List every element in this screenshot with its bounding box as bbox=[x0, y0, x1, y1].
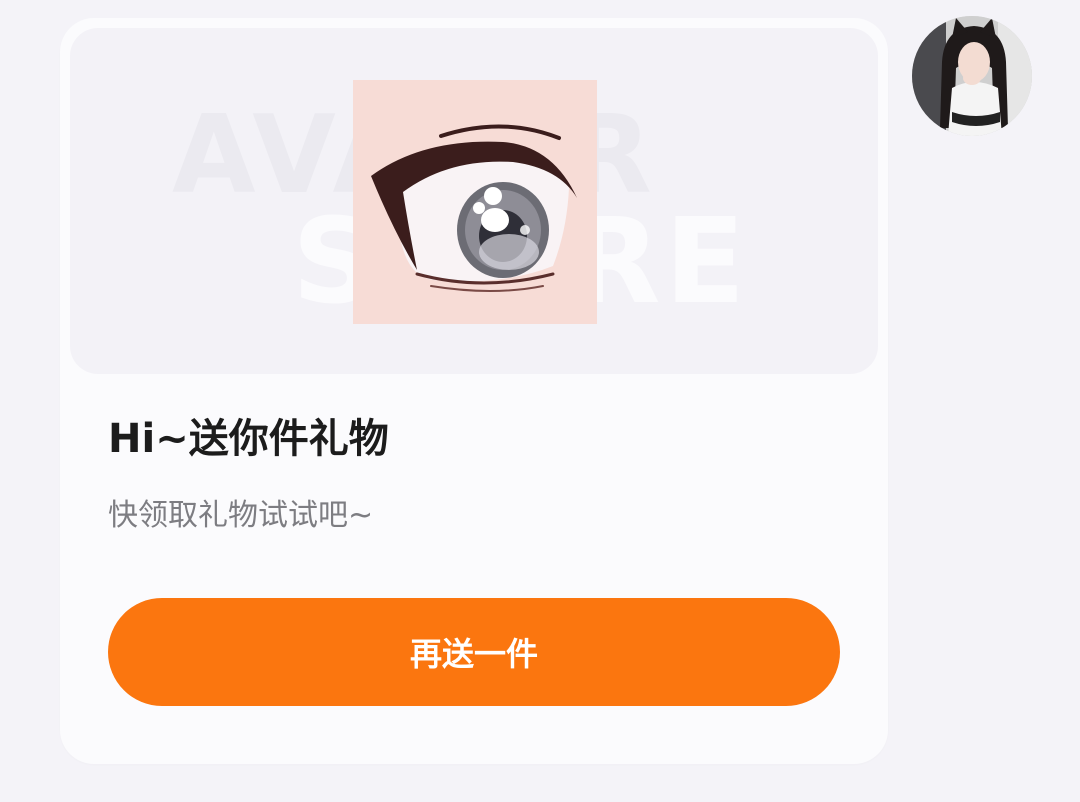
anime-eye-icon bbox=[353, 80, 597, 324]
user-avatar-photo bbox=[912, 16, 1032, 136]
send-another-gift-button[interactable]: 再送一件 bbox=[108, 598, 840, 706]
gift-title: Hi~送你件礼物 bbox=[108, 416, 389, 462]
sender-avatar[interactable] bbox=[912, 16, 1032, 136]
gift-message-card: AVATAR STORE Hi~送你件礼物 快领取礼物试试吧~ 再送 bbox=[60, 18, 888, 764]
gift-subtitle: 快领取礼物试试吧~ bbox=[108, 498, 374, 533]
gift-banner: AVATAR STORE bbox=[70, 28, 878, 374]
